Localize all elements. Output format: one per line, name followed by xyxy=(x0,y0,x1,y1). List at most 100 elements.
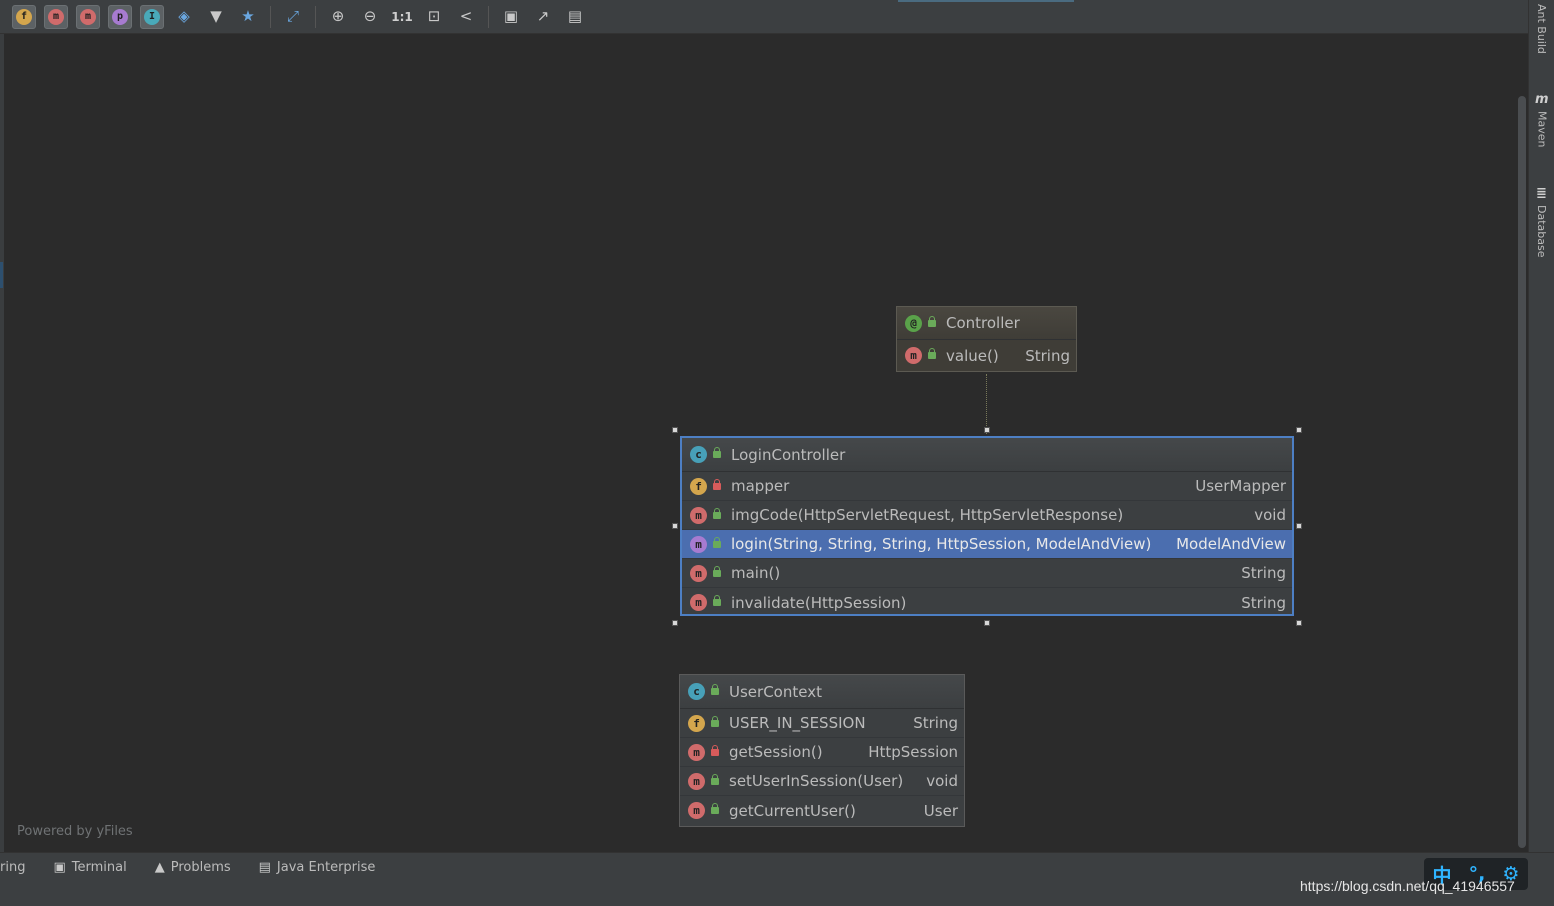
fit-content-button[interactable]: ⊡ xyxy=(422,5,446,29)
member-name: USER_IN_SESSION xyxy=(729,714,866,732)
resize-handle-bottom-left[interactable] xyxy=(672,620,678,626)
show-inner-classes-button[interactable]: I xyxy=(140,4,164,29)
uml-node-controller[interactable]: @ Controller m value() String xyxy=(896,306,1077,372)
member-row[interactable]: m getSession() HttpSession xyxy=(680,738,964,767)
member-type: String xyxy=(913,714,958,732)
property-icon: p xyxy=(112,8,128,25)
member-type: String xyxy=(1025,346,1070,365)
show-constructors-button[interactable]: m xyxy=(44,4,68,29)
method-icon: m xyxy=(690,564,707,582)
member-name: getSession() xyxy=(729,743,823,761)
member-type: String xyxy=(1241,564,1286,582)
resize-handle-top-right[interactable] xyxy=(1296,427,1302,433)
member-row[interactable]: m imgCode(HttpServletRequest, HttpServle… xyxy=(682,501,1292,530)
resize-handle-top-left[interactable] xyxy=(672,427,678,433)
inner-class-icon: I xyxy=(144,8,160,25)
actual-size-button[interactable]: 1:1 xyxy=(390,5,414,29)
save-button[interactable]: ▣ xyxy=(499,5,523,29)
static-method-icon: m xyxy=(688,802,705,819)
member-row[interactable]: f mapper UserMapper xyxy=(682,472,1292,501)
member-name: login(String, String, String, HttpSessio… xyxy=(731,535,1152,553)
resize-handle-top[interactable] xyxy=(984,427,990,433)
constructor-icon: m xyxy=(48,8,64,25)
share-icon: < xyxy=(459,7,473,25)
public-icon xyxy=(709,773,721,787)
resize-handle-bottom-right[interactable] xyxy=(1296,620,1302,626)
private-icon xyxy=(711,478,723,492)
member-name: getCurrentUser() xyxy=(729,801,856,820)
tab-java-enterprise[interactable]: ▤ Java Enterprise xyxy=(259,860,376,875)
database-icon: ≣ xyxy=(1536,186,1547,201)
zoom-in-button[interactable]: ⊕ xyxy=(326,5,350,29)
resize-handle-bottom[interactable] xyxy=(984,620,990,626)
member-name: setUserInSession(User) xyxy=(729,772,904,790)
member-row-selected[interactable]: m login(String, String, String, HttpSess… xyxy=(682,530,1292,559)
member-type: void xyxy=(1254,506,1286,524)
member-name: invalidate(HttpSession) xyxy=(731,593,907,612)
node-title: LoginController xyxy=(731,445,846,464)
tab-ant-build[interactable]: Ant Build xyxy=(1535,4,1548,54)
node-header: c LoginController xyxy=(682,438,1292,472)
static-method-icon: m xyxy=(688,743,705,761)
member-row[interactable]: m invalidate(HttpSession) String xyxy=(682,588,1292,617)
star-icon: ★ xyxy=(241,7,255,25)
toolbar-progress-line xyxy=(898,0,1074,2)
tab-terminal[interactable]: ▣ Terminal xyxy=(53,860,126,875)
zoom-in-icon: ⊕ xyxy=(331,7,345,25)
public-icon xyxy=(711,447,723,461)
member-row[interactable]: m setUserInSession(User) void xyxy=(680,767,964,796)
member-type: ModelAndView xyxy=(1176,535,1286,553)
tab-maven[interactable]: m Maven xyxy=(1535,92,1549,147)
resize-handle-right[interactable] xyxy=(1296,523,1302,529)
tab-maven-label: Maven xyxy=(1535,111,1549,148)
uml-node-login-controller[interactable]: c LoginController f mapper UserMapper m … xyxy=(680,436,1294,616)
print-button[interactable]: ▤ xyxy=(563,5,587,29)
member-row[interactable]: f USER_IN_SESSION String xyxy=(680,709,964,738)
resize-handle-left[interactable] xyxy=(672,523,678,529)
tab-database[interactable]: ≣ Database xyxy=(1535,186,1548,258)
export-icon: ↗ xyxy=(536,7,550,25)
layout-button[interactable]: ⤢ xyxy=(281,5,305,29)
annotation-icon: @ xyxy=(905,314,922,332)
filter-icon: ▼ xyxy=(210,7,222,25)
static-field-icon: f xyxy=(688,714,705,732)
zoom-out-icon: ⊖ xyxy=(363,7,377,25)
public-icon xyxy=(711,507,723,521)
public-icon xyxy=(709,803,721,817)
toolbar-separator xyxy=(315,5,316,28)
member-row[interactable]: m getCurrentUser() User xyxy=(680,796,964,825)
node-header: @ Controller xyxy=(897,307,1076,340)
public-icon xyxy=(926,348,938,362)
public-icon xyxy=(711,565,723,579)
change-visibility-button[interactable]: ◈ xyxy=(172,5,196,29)
public-icon xyxy=(709,715,721,729)
powered-by-label: Powered by yFiles xyxy=(17,824,133,839)
diagram-toolbar: f m m p I ◈ ▼ ★ ⤢ ⊕ ⊖ 1:1 ⊡ < ▣ ↗ ▤ xyxy=(0,0,1528,34)
share-button[interactable]: < xyxy=(454,5,478,29)
toolbar-separator xyxy=(488,5,489,28)
show-dependencies-button[interactable]: ★ xyxy=(236,5,260,29)
member-name: imgCode(HttpServletRequest, HttpServletR… xyxy=(731,506,1124,524)
uml-node-user-context[interactable]: c UserContext f USER_IN_SESSION String m… xyxy=(679,674,965,827)
public-icon xyxy=(711,536,723,550)
tab-terminal-label: Terminal xyxy=(71,860,127,875)
show-fields-button[interactable]: f xyxy=(12,4,36,29)
member-type: User xyxy=(923,801,958,820)
show-properties-button[interactable]: p xyxy=(108,4,132,29)
filter-button[interactable]: ▼ xyxy=(204,5,228,29)
method-icon: m xyxy=(80,8,96,25)
member-row[interactable]: m main() String xyxy=(682,559,1292,588)
show-methods-button[interactable]: m xyxy=(76,4,100,29)
member-type: void xyxy=(926,772,958,790)
member-row[interactable]: m value() String xyxy=(897,340,1076,371)
tab-spring-label: ring xyxy=(0,860,26,875)
method-icon: m xyxy=(690,506,707,524)
export-button[interactable]: ↗ xyxy=(531,5,555,29)
tab-problems[interactable]: ▲ Problems xyxy=(155,860,231,875)
tab-spring[interactable]: ring xyxy=(0,860,25,875)
vertical-scrollbar[interactable] xyxy=(1518,96,1526,848)
zoom-out-button[interactable]: ⊖ xyxy=(358,5,382,29)
member-type: HttpSession xyxy=(868,743,958,761)
static-method-icon: m xyxy=(688,772,705,790)
method-icon: m xyxy=(905,347,922,364)
